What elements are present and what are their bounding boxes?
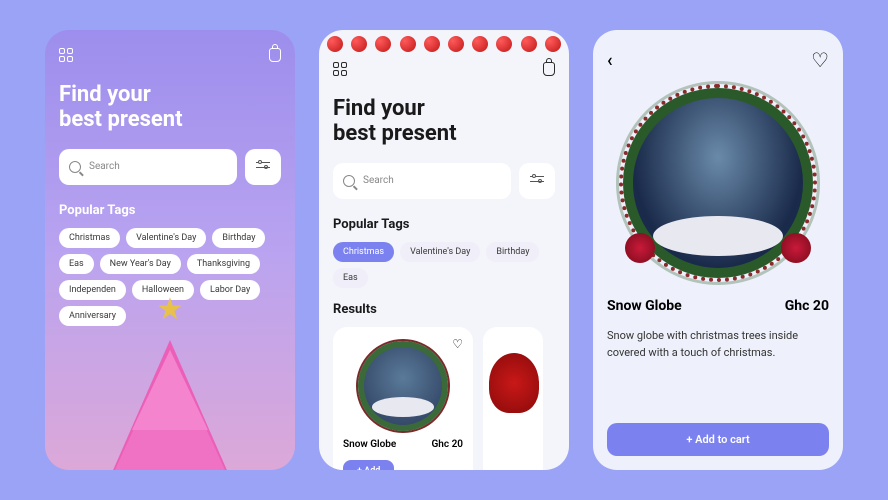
christmas-tree-decoration: ★	[80, 310, 260, 470]
search-row: Search	[59, 149, 281, 185]
tags-heading: Popular Tags	[333, 217, 555, 232]
tag-valentines[interactable]: Valentine's Day	[126, 228, 206, 248]
flower-decoration	[625, 233, 655, 263]
filter-button[interactable]	[519, 163, 555, 199]
product-image-large	[623, 88, 813, 278]
tag-christmas[interactable]: Christmas	[333, 242, 394, 262]
add-to-cart-button[interactable]: + Add to cart	[607, 423, 829, 456]
tag-labor[interactable]: Labor Day	[200, 280, 260, 300]
top-bar: ‹ ♡	[607, 48, 829, 72]
tag-independence[interactable]: Independen	[59, 280, 126, 300]
search-row: Search	[333, 163, 555, 199]
product-header: Snow Globe Ghc 20	[607, 298, 829, 314]
product-price: Ghc 20	[785, 298, 829, 314]
menu-grid-icon[interactable]	[59, 48, 73, 62]
menu-grid-icon[interactable]	[333, 62, 347, 76]
search-placeholder: Search	[89, 161, 120, 172]
product-image	[358, 341, 448, 431]
results-list: ♡ Snow Globe Ghc 20 + Add	[333, 327, 555, 470]
star-icon: ★	[157, 292, 184, 327]
tag-easter[interactable]: Eas	[333, 268, 368, 288]
search-icon	[69, 161, 81, 173]
product-image	[489, 353, 539, 413]
tag-newyear[interactable]: New Year's Day	[100, 254, 181, 274]
product-price: Ghc 20	[431, 439, 463, 450]
tag-easter[interactable]: Eas	[59, 254, 94, 274]
tag-birthday[interactable]: Birthday	[486, 242, 539, 262]
heart-icon[interactable]: ♡	[811, 48, 829, 72]
tag-birthday[interactable]: Birthday	[212, 228, 265, 248]
product-name: Snow Globe	[343, 439, 396, 450]
product-name: Snow Globe	[607, 298, 682, 314]
search-icon	[343, 175, 355, 187]
results-heading: Results	[333, 302, 555, 317]
page-title: Find yourbest present	[59, 82, 281, 133]
filter-icon	[530, 175, 544, 187]
tag-valentines[interactable]: Valentine's Day	[400, 242, 480, 262]
home-screen-light: Find yourbest present Search Popular Tag…	[319, 30, 569, 470]
heart-icon[interactable]: ♡	[452, 337, 463, 351]
add-button[interactable]: + Add	[343, 460, 394, 470]
tag-christmas[interactable]: Christmas	[59, 228, 120, 248]
shopping-bag-icon[interactable]	[543, 62, 555, 76]
search-placeholder: Search	[363, 175, 394, 186]
tags-list: Christmas Valentine's Day Birthday Eas	[333, 242, 555, 288]
product-description: Snow globe with christmas trees inside c…	[607, 328, 829, 361]
top-bar	[333, 62, 555, 76]
filter-icon	[256, 161, 270, 173]
shopping-bag-icon[interactable]	[269, 48, 281, 62]
flower-decoration	[781, 233, 811, 263]
tags-heading: Popular Tags	[59, 203, 281, 218]
search-input[interactable]: Search	[59, 149, 237, 185]
filter-button[interactable]	[245, 149, 281, 185]
tag-thanksgiving[interactable]: Thanksgiving	[187, 254, 260, 274]
page-title: Find yourbest present	[333, 96, 555, 147]
product-detail-screen: ‹ ♡ Snow Globe Ghc 20 Snow globe with ch…	[593, 30, 843, 470]
home-screen-pink: Find yourbest present Search Popular Tag…	[45, 30, 295, 470]
search-input[interactable]: Search	[333, 163, 511, 199]
back-icon[interactable]: ‹	[607, 50, 613, 71]
top-bar	[59, 48, 281, 62]
product-card[interactable]	[483, 327, 543, 470]
product-card[interactable]: ♡ Snow Globe Ghc 20 + Add	[333, 327, 473, 470]
